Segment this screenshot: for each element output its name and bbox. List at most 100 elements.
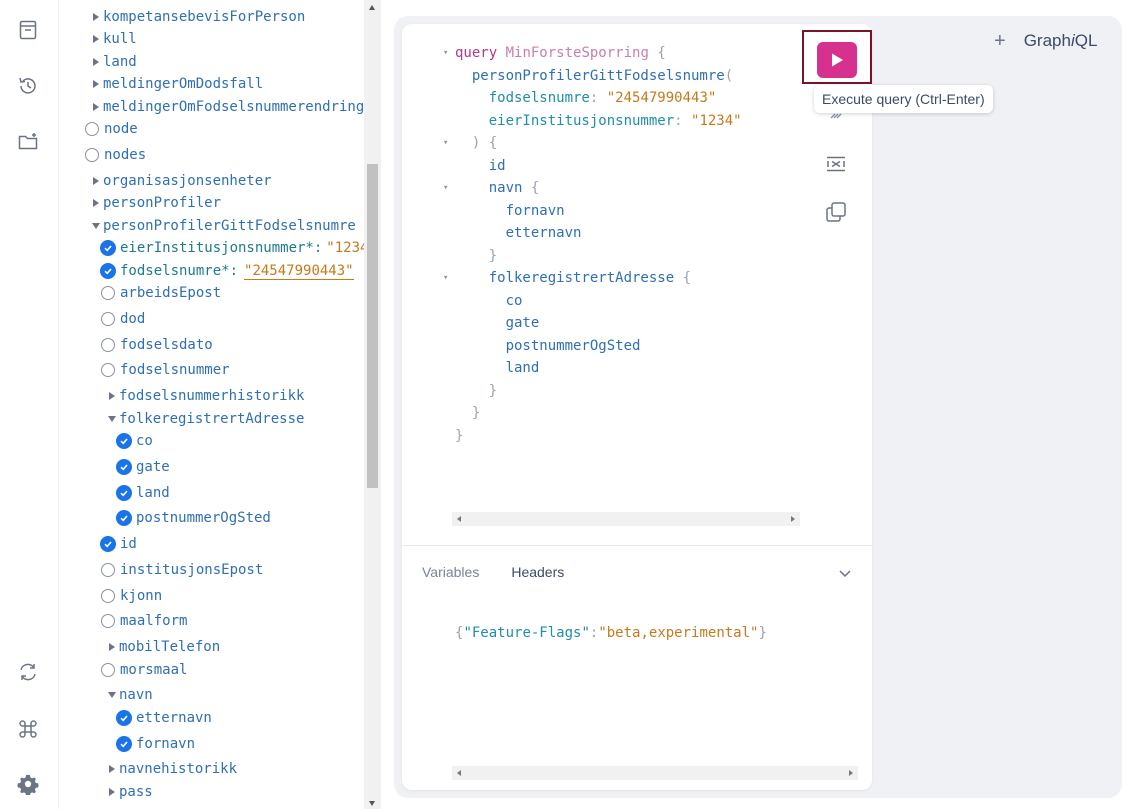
copy-query-icon[interactable] [824,200,848,224]
radio-icon [101,286,115,300]
caret-right-icon [105,765,119,773]
explorer-item[interactable]: node [85,118,138,140]
scroll-up-arrow[interactable] [369,5,375,10]
scroll-down-arrow[interactable] [369,801,375,806]
explorer-item[interactable]: kompetansebevisForPerson [89,6,305,28]
checkbox-checked-icon [116,710,132,726]
argument-value-input[interactable]: "24547990443" [244,263,354,280]
merge-fragments-icon[interactable] [824,152,848,176]
play-icon [832,53,843,67]
fold-toggle-icon[interactable]: ▾ [443,183,448,193]
explorer-item[interactable]: mobilTelefon [105,636,220,658]
explorer-item-label: folkeregistrertAdresse [119,411,305,427]
explorer-item[interactable]: postnummerOgSted [116,507,271,529]
explorer-item-label: fodselsdato [120,337,213,353]
shortcuts-icon[interactable] [17,718,39,740]
explorer-item-label: kull [103,31,137,47]
explorer-item[interactable]: id [100,533,137,555]
explorer-item[interactable]: personProfiler [89,192,221,214]
explorer-item[interactable]: meldingerOmDodsfall [89,73,263,95]
explorer-item[interactable]: folkeregistrertAdresse [105,408,304,430]
explorer-item-label: personProfilerGittFodselsnumre [103,218,356,234]
folder-plus-icon[interactable] [17,131,39,153]
explorer-item-label: id [120,536,137,552]
fold-toggle-icon[interactable]: ▾ [443,138,448,148]
caret-right-icon [105,788,119,796]
explorer-item[interactable]: fodselsnummerhistorikk [105,385,304,407]
explorer-item-label: co [136,433,153,449]
explorer-item-label: nodes [104,147,147,163]
explorer-item-label: mobilTelefon [119,639,221,655]
explorer-item[interactable]: meldingerOmFodselsnummerendringer [89,96,381,118]
execute-button-highlight [802,30,872,84]
explorer-item-label: fornavn [136,736,196,752]
explorer-item[interactable]: co [116,430,153,452]
fold-toggle-icon[interactable]: ▾ [443,273,448,283]
radio-icon [101,363,115,377]
tab-variables[interactable]: Variables [422,564,479,580]
explorer-item[interactable]: arbeidsEpost [101,282,221,304]
explorer-item[interactable]: navn [105,684,153,706]
settings-icon[interactable] [17,773,39,795]
caret-right-icon [105,392,119,400]
explorer-item[interactable]: organisasjonsenheter [89,170,272,192]
headers-horizontal-scrollbar[interactable] [452,766,858,780]
chevron-down-icon[interactable] [838,566,852,580]
explorer-item[interactable]: fornavn [116,733,195,755]
radio-icon [101,663,115,677]
explorer-item-label: kjonn [120,588,163,604]
explorer-item[interactable]: land [89,51,137,73]
explorer-item[interactable]: gate [116,456,170,478]
tab-headers[interactable]: Headers [511,564,564,580]
refetch-schema-icon[interactable] [17,661,39,683]
explorer-item[interactable]: etternavn [116,707,212,729]
explorer-item[interactable]: institusjonsEpost [101,559,263,581]
explorer-item-label: fodselsnummerhistorikk [119,388,305,404]
explorer-item-label: fodselsnummer [120,362,230,378]
explorer-item[interactable]: fodselsdato [101,334,213,356]
history-icon[interactable] [17,75,39,97]
explorer-item[interactable]: maalform [101,610,187,632]
radio-icon [101,312,115,326]
execute-query-button[interactable] [817,42,857,78]
radio-icon [85,148,99,162]
explorer-item-label: organisasjonsenheter [103,173,272,189]
query-horizontal-scrollbar[interactable] [452,512,800,526]
fold-toggle-icon[interactable]: ▾ [443,48,448,58]
explorer-item-label: land [103,54,137,70]
explorer-scrollbar[interactable] [364,0,381,809]
caret-right-icon [89,199,103,207]
explorer-item[interactable]: navnehistorikk [105,758,237,780]
explorer-item[interactable]: pass [105,781,153,803]
explorer-item-label: personProfiler [103,195,222,211]
checkbox-checked-icon [100,240,116,256]
explorer-item[interactable]: kjonn [101,585,162,607]
explorer-item-label: eierInstitusjonsnummer*: [120,240,323,256]
radio-icon [101,589,115,603]
explorer-item[interactable]: dod [101,308,145,330]
radio-icon [101,338,115,352]
explorer-item[interactable]: kull [89,28,137,50]
radio-icon [85,122,99,136]
caret-down-icon [105,416,119,422]
explorer-item[interactable]: land [116,482,170,504]
explorer-item[interactable]: fodselsnummer [101,359,230,381]
explorer-item-label: navn [119,687,153,703]
explorer-item[interactable]: morsmaal [101,659,187,681]
caret-right-icon [89,35,103,43]
explorer-item[interactable]: personProfilerGittFodselsnumre [89,215,356,237]
docs-icon[interactable] [17,19,39,41]
explorer-item-label: kompetansebevisForPerson [103,9,306,25]
explorer-tree: kompetansebevisForPerson kull land meldinge… [59,0,381,809]
add-tab-button[interactable]: + [994,30,1006,52]
editor-tools-tabs: Variables Headers [422,564,596,580]
scrollbar-thumb[interactable] [367,164,378,488]
caret-right-icon [89,13,103,21]
sidebar-rail [0,0,58,809]
explorer-item[interactable]: nodes [85,144,146,166]
explorer-item-label: meldingerOmDodsfall [103,76,264,92]
radio-icon [101,563,115,577]
explorer-item[interactable]: fodselsnumre*: "24547990443" [100,260,354,282]
caret-right-icon [89,80,103,88]
explorer-item[interactable]: eierInstitusjonsnummer*: "1234" [100,237,377,259]
